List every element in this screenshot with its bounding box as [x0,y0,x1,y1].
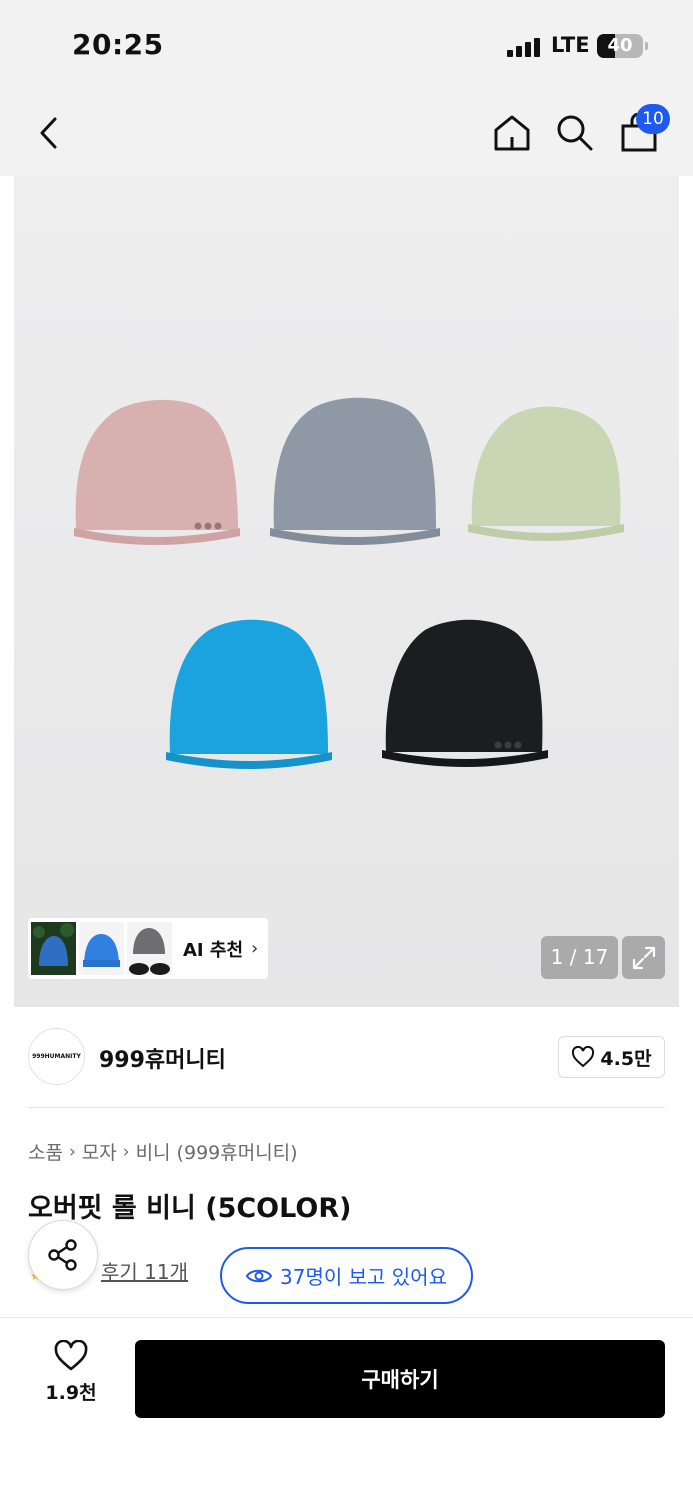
brand-like-button[interactable]: 4.5만 [558,1036,665,1078]
thumb-gray-beanie-icon [129,928,170,975]
product-image-gallery[interactable] [14,176,679,1007]
home-button[interactable] [485,106,539,160]
heart-icon [54,1340,88,1371]
hat-gray [270,397,440,545]
ai-thumbnail-3 [127,922,172,975]
ai-thumbnail-2 [79,922,124,975]
share-button[interactable] [28,1220,98,1290]
network-type: LTE [551,33,590,57]
divider [28,1107,665,1108]
share-icon [48,1239,77,1271]
expand-button[interactable] [622,936,665,979]
breadcrumb-item[interactable]: 모자 [82,1138,117,1165]
breadcrumb-item[interactable]: 소품 [28,1138,63,1165]
gallery-gutter-right [679,176,693,1007]
battery-icon: 40 [597,34,643,58]
eye-icon [246,1269,273,1282]
review-link[interactable]: 후기 11개 [101,1256,188,1285]
battery-tip [645,42,648,50]
thumb-blue-beanie-green-icon [33,923,74,966]
cart-count-badge: 10 [636,104,670,134]
back-button[interactable] [22,106,76,160]
heart-icon [572,1046,595,1068]
breadcrumb: 소품 › 모자 › 비니 (999휴머니티) [28,1138,298,1165]
search-icon [557,115,593,151]
brand-logo-text: 999HUMANITY [32,1053,81,1060]
brand-like-count: 4.5만 [600,1047,652,1070]
app-header [0,90,693,176]
status-time: 20:25 [72,28,164,61]
ai-recommend-label: AI 추천 [183,939,244,961]
expand-icon [632,946,655,969]
thumb-blue-beanie-icon [83,934,120,967]
wishlist-count: 1.9천 [45,1382,97,1404]
brand-row[interactable]: 999HUMANITY 999휴머니티 4.5만 [28,1028,665,1086]
breadcrumb-item[interactable]: 비니 (999휴머니티) [136,1138,298,1165]
product-title: 오버핏 롤 비니 (5COLOR) [28,1193,352,1224]
chevron-right-icon: › [122,1141,130,1162]
chevron-right-icon: › [251,938,259,959]
buy-button[interactable]: 구매하기 [135,1340,665,1418]
battery-level: 40 [607,35,633,56]
signal-icon [507,37,543,57]
hat-blue [166,619,332,769]
gallery-gutter-left [0,176,14,1007]
viewers-text: 37명이 보고 있어요 [280,1265,447,1289]
image-page-counter: 1 / 17 [541,936,618,979]
hat-pink [74,399,240,545]
home-icon [494,115,530,151]
hat-sage [468,406,624,541]
search-button[interactable] [548,106,602,160]
hat-black [382,619,548,767]
status-bar: 20:25 LTE 40 [0,0,693,90]
brand-name[interactable]: 999휴머니티 [99,1042,226,1074]
chevron-left-icon [40,117,57,149]
viewers-badge[interactable]: 37명이 보고 있어요 [220,1247,473,1304]
ai-thumbnail-1 [31,922,76,975]
chevron-right-icon: › [68,1141,76,1162]
wishlist-button[interactable]: 1.9천 [28,1340,114,1418]
brand-logo: 999HUMANITY [28,1028,85,1085]
ai-recommend-button[interactable]: AI 추천 › [28,918,268,979]
